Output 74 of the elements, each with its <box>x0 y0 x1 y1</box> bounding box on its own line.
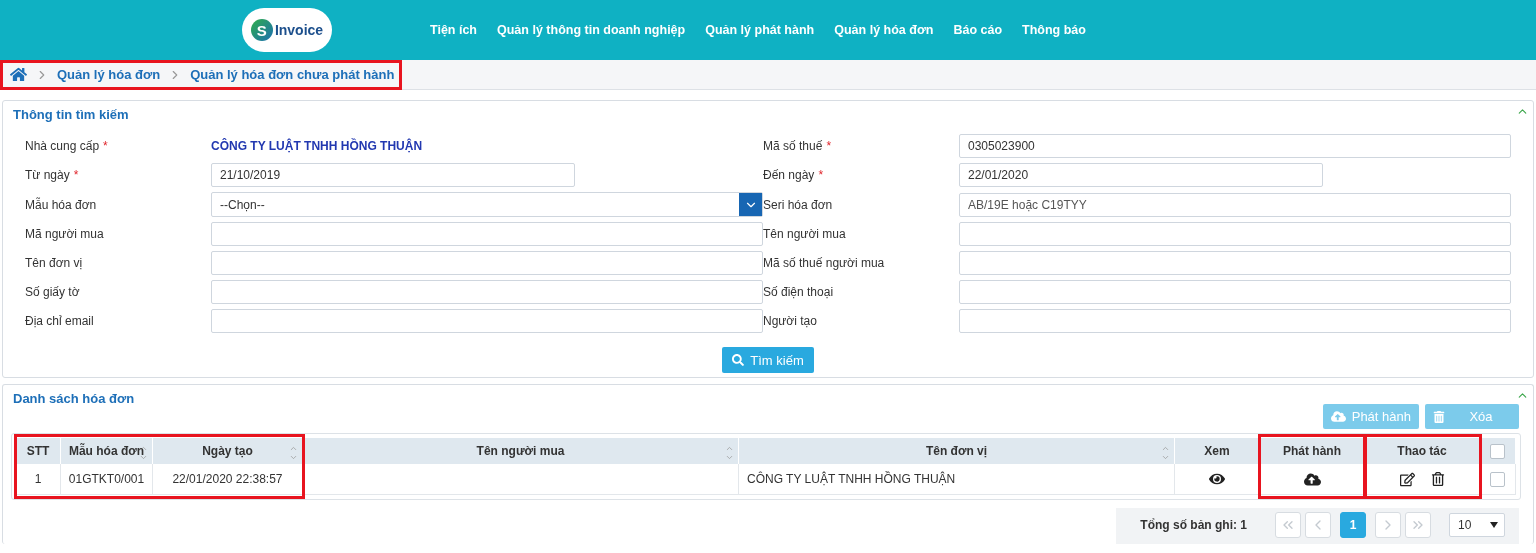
nav-link[interactable]: Quản lý thông tin doanh nghiệp <box>497 23 686 37</box>
input-field[interactable] <box>959 309 1511 333</box>
input-field[interactable] <box>211 251 763 275</box>
input-field[interactable]: 22/01/2020 <box>959 163 1323 187</box>
field-label: Đến ngày <box>763 168 815 182</box>
page-size-select[interactable]: 10 <box>1449 513 1505 537</box>
cloud-upload-icon <box>1330 409 1346 424</box>
field-label: Địa chỉ email <box>25 314 94 328</box>
field-label: Mã người mua <box>25 227 104 241</box>
next-page-button[interactable] <box>1375 512 1401 538</box>
field-label: Số giấy tờ <box>25 285 80 299</box>
nav-link[interactable]: Tiện ích <box>430 23 477 37</box>
field-label: Seri hóa đơn <box>763 197 833 212</box>
input-field[interactable] <box>211 222 763 246</box>
field-label: Nhà cung cấp <box>25 139 100 153</box>
field-label: Từ ngày <box>25 168 70 182</box>
input-field[interactable]: AB/19E hoặc C19TYY <box>959 192 1511 217</box>
previous-page-button[interactable] <box>1305 512 1331 538</box>
table-cell: 1 <box>16 464 61 495</box>
column-header: Thao tác <box>1365 438 1480 464</box>
chevron-down-icon[interactable] <box>739 193 762 216</box>
field-label: Mã số thuế <box>763 139 823 153</box>
row-checkbox[interactable] <box>1490 471 1505 487</box>
required-mark: * <box>73 168 79 182</box>
table-cell: 01GTKT0/001 <box>61 464 153 495</box>
input-field[interactable] <box>211 309 763 333</box>
logo[interactable]: S Invoice <box>242 8 332 52</box>
required-mark: * <box>826 139 832 153</box>
input-field[interactable] <box>959 280 1511 304</box>
nav-link[interactable]: Thông báo <box>1022 23 1086 37</box>
breadcrumb-link[interactable]: Quản lý hóa đơn chưa phát hành <box>190 67 395 82</box>
nav-link[interactable]: Quản lý phát hành <box>705 23 815 37</box>
field-label: Mẫu hóa đơn <box>25 197 97 212</box>
panel-title: Thông tin tìm kiếm <box>13 107 129 122</box>
trash-icon[interactable] <box>1430 472 1445 486</box>
search-icon <box>732 354 745 366</box>
table-cell: CÔNG TY LUẬT TNHH HỒNG THUẬN <box>739 464 1175 495</box>
select-all-checkbox[interactable] <box>1490 443 1505 459</box>
column-header: STT <box>16 438 61 464</box>
table-cell: 22/01/2020 22:38:57 <box>153 464 303 495</box>
field-label: Số điện thoại <box>763 285 834 299</box>
page-button[interactable]: 1 <box>1340 512 1366 538</box>
panel-title: Danh sách hóa đơn <box>13 391 135 406</box>
breadcrumb-link[interactable]: Quản lý hóa đơn <box>57 67 161 82</box>
input-field[interactable] <box>959 222 1511 246</box>
input-field[interactable]: 21/10/2019 <box>211 163 575 187</box>
trash-icon <box>1433 410 1445 423</box>
first-page-button[interactable] <box>1275 512 1301 538</box>
search-button[interactable]: Tìm kiếm <box>722 347 814 373</box>
field-label: Tên người mua <box>763 227 846 241</box>
eye-icon[interactable] <box>1209 471 1225 487</box>
field-label: Người tạo <box>763 314 817 328</box>
home-icon[interactable] <box>10 66 27 83</box>
record-count: Tổng số bản ghi: 1 <box>1140 518 1247 532</box>
column-header[interactable]: Tên đơn vị <box>739 438 1175 464</box>
edit-icon[interactable] <box>1399 471 1415 487</box>
field-label: Tên đơn vị <box>25 256 83 270</box>
column-header: Phát hành <box>1260 438 1365 464</box>
last-page-button[interactable] <box>1405 512 1431 538</box>
nav-link[interactable]: Quản lý hóa đơn <box>834 23 934 37</box>
column-header[interactable]: Tên người mua <box>303 438 739 464</box>
caret-down-icon <box>1490 522 1498 528</box>
field-label: Mã số thuế người mua <box>763 256 885 270</box>
input-field[interactable] <box>959 251 1511 275</box>
nav-link[interactable]: Báo cáo <box>953 23 1003 37</box>
column-header[interactable]: Ngày tạo <box>153 438 303 464</box>
column-header[interactable]: Mẫu hóa đơn <box>61 438 153 464</box>
column-header: Xem <box>1175 438 1260 464</box>
required-mark: * <box>103 139 108 153</box>
supplier-name: CÔNG TY LUẬT TNHH HỒNG THUẬN <box>211 139 423 153</box>
select-field[interactable]: --Chọn-- <box>211 192 763 217</box>
required-mark: * <box>818 168 824 182</box>
input-field[interactable]: 0305023900 <box>959 134 1511 158</box>
input-field[interactable] <box>211 280 763 304</box>
